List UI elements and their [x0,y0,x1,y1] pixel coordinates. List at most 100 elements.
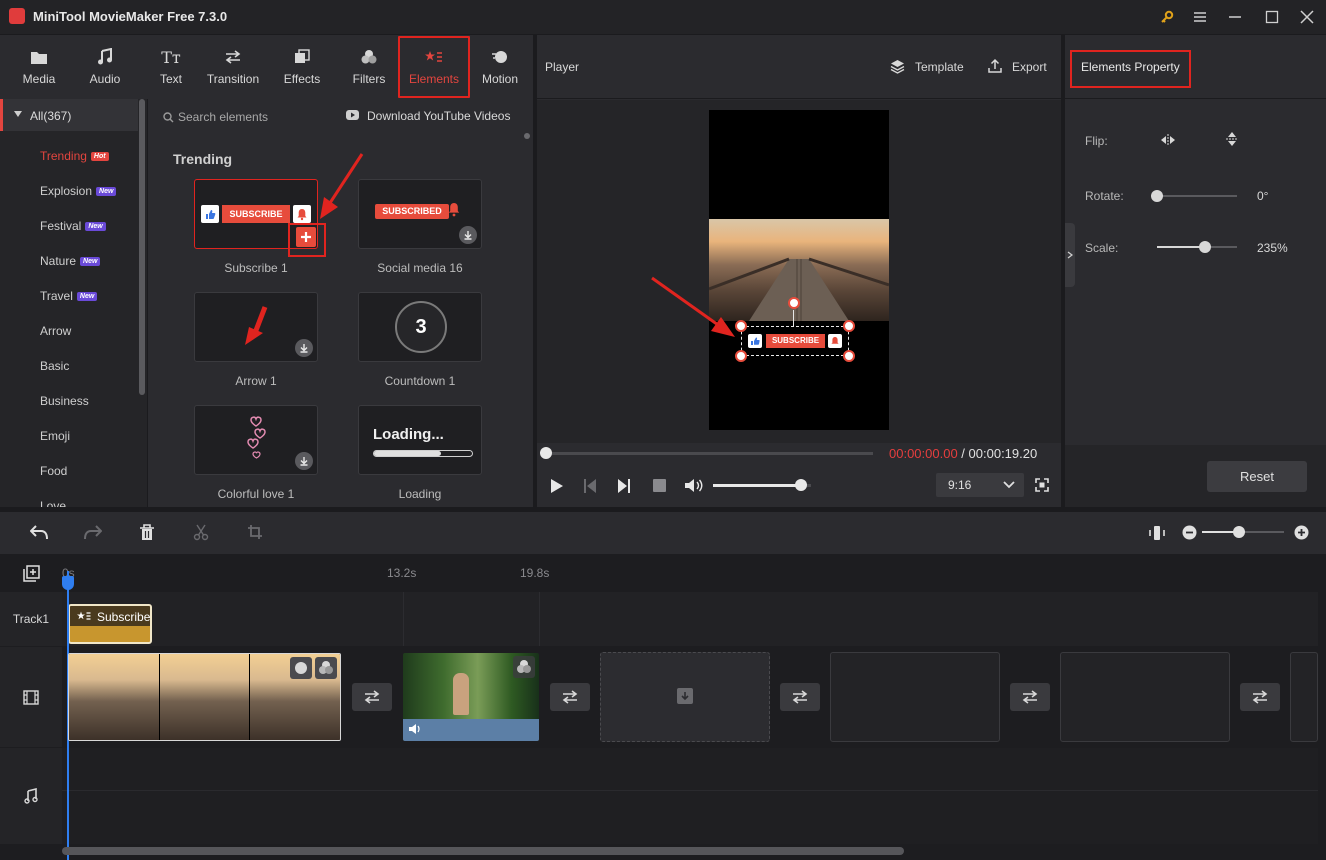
category-love[interactable]: Love [40,499,66,507]
transition-slot[interactable] [1240,683,1280,711]
redo-icon[interactable] [84,525,102,540]
category-basic[interactable]: Basic [40,359,69,373]
download-icon[interactable] [295,452,313,470]
time-ruler[interactable]: 0s 13.2s 19.8s [62,554,1318,592]
collapse-panel-tab[interactable] [1065,223,1075,287]
tab-text[interactable]: Tт Text [144,35,198,99]
media-toolbar: Media Audio Tт Text Transition Effects F… [0,35,533,99]
flip-label: Flip: [1085,134,1108,148]
transition-icon [792,690,808,704]
zoom-slider[interactable] [1202,526,1284,538]
tab-filters[interactable]: Filters [342,35,396,99]
transition-slot[interactable] [780,683,820,711]
zoom-out-icon[interactable] [1182,525,1197,540]
tab-motion[interactable]: Motion [473,35,527,99]
seek-knob[interactable] [540,447,552,459]
volume-knob[interactable] [795,479,808,491]
element-clip-subscribe[interactable]: Subscribe [68,604,152,644]
resize-handle[interactable] [843,350,855,362]
flip-vertical-icon[interactable] [1225,131,1239,147]
add-track-button[interactable] [0,554,62,592]
element-label: Subscribe 1 [224,261,288,275]
transition-slot[interactable] [1010,683,1050,711]
collapse-triangle-icon[interactable] [14,111,22,117]
crop-icon[interactable] [247,524,263,540]
video-preview[interactable]: SUBSCRIBE [709,110,889,430]
empty-drop-slot[interactable] [600,652,770,742]
add-element-button[interactable] [296,227,316,247]
download-icon[interactable] [295,339,313,357]
previous-frame-icon[interactable] [583,478,597,494]
transition-slot[interactable] [352,683,392,711]
scale-slider[interactable] [1157,241,1237,253]
empty-clip-slot[interactable] [1060,652,1230,742]
category-scrollbar[interactable] [139,99,145,395]
transition-slot[interactable] [550,683,590,711]
minimize-icon[interactable] [1225,7,1245,27]
seek-bar[interactable] [540,447,873,459]
category-nature[interactable]: Nature New [40,254,101,268]
rotate-slider[interactable] [1151,190,1237,202]
rotate-handle[interactable] [788,297,800,309]
search-box[interactable]: Search elements [160,109,350,127]
maximize-icon[interactable] [1262,7,1282,27]
element-thumb-colorful-love-1[interactable] [194,405,318,475]
undo-icon[interactable] [30,525,48,540]
rotate-knob[interactable] [1151,190,1163,202]
volume-slider[interactable] [713,479,811,491]
volume-icon[interactable] [684,477,704,494]
stop-icon[interactable] [653,479,666,492]
next-frame-icon[interactable] [617,478,631,494]
download-icon[interactable] [459,226,477,244]
tab-effects[interactable]: Effects [275,35,329,99]
resize-handle[interactable] [843,320,855,332]
tab-media[interactable]: Media [12,35,66,99]
video-clip-forest[interactable] [403,653,539,741]
volume-icon[interactable] [408,723,422,735]
scale-knob[interactable] [1199,241,1211,253]
close-icon[interactable] [1297,7,1317,27]
category-business[interactable]: Business [40,394,89,408]
category-all[interactable]: All(367) [0,99,138,131]
play-icon[interactable] [550,478,564,494]
zoom-knob[interactable] [1232,526,1245,538]
empty-clip-slot[interactable] [830,652,1000,742]
empty-clip-slot[interactable] [1290,652,1318,742]
tab-audio[interactable]: Audio [78,35,132,99]
split-scissors-icon[interactable] [193,524,209,541]
resize-handle[interactable] [735,350,747,362]
timeline-toolbar [0,512,1326,554]
category-trending[interactable]: Trending Hot [40,149,109,163]
zoom-in-icon[interactable] [1294,525,1309,540]
category-arrow[interactable]: Arrow [40,324,71,338]
grid-scrollbar[interactable] [524,133,530,139]
fullscreen-icon[interactable] [1035,478,1049,492]
tab-transition[interactable]: Transition [200,35,266,99]
flip-horizontal-icon[interactable] [1160,133,1176,147]
element-thumb-arrow-1[interactable] [194,292,318,362]
delete-icon[interactable] [139,524,155,541]
category-travel[interactable]: Travel New [40,289,98,303]
category-festival[interactable]: Festival New [40,219,106,233]
timeline-scrollbar[interactable] [62,847,904,855]
export-button[interactable]: Export [987,57,1052,77]
category-explosion[interactable]: Explosion New [40,184,117,198]
element-thumb-loading[interactable]: Loading... [358,405,482,475]
filter-badge-icon [513,656,535,678]
template-button[interactable]: Template [890,57,970,77]
element-selection-box[interactable]: SUBSCRIBE [741,326,849,356]
category-emoji[interactable]: Emoji [40,429,70,443]
element-thumb-countdown-1[interactable]: 3 [358,292,482,362]
reset-button[interactable]: Reset [1207,461,1307,492]
key-icon[interactable] [1157,7,1177,27]
tab-elements[interactable]: Elements [398,35,470,99]
aspect-ratio-select[interactable]: 9:16 [936,473,1024,497]
element-thumb-social-media-16[interactable]: SUBSCRIBED [358,179,482,249]
download-youtube-link[interactable]: Download YouTube Videos [346,108,526,126]
snap-icon[interactable] [1149,525,1165,541]
playhead-handle[interactable] [62,576,74,590]
menu-icon[interactable] [1190,7,1210,27]
track-divider [62,790,1318,791]
category-food[interactable]: Food [40,464,67,478]
app-logo-icon [9,8,25,24]
